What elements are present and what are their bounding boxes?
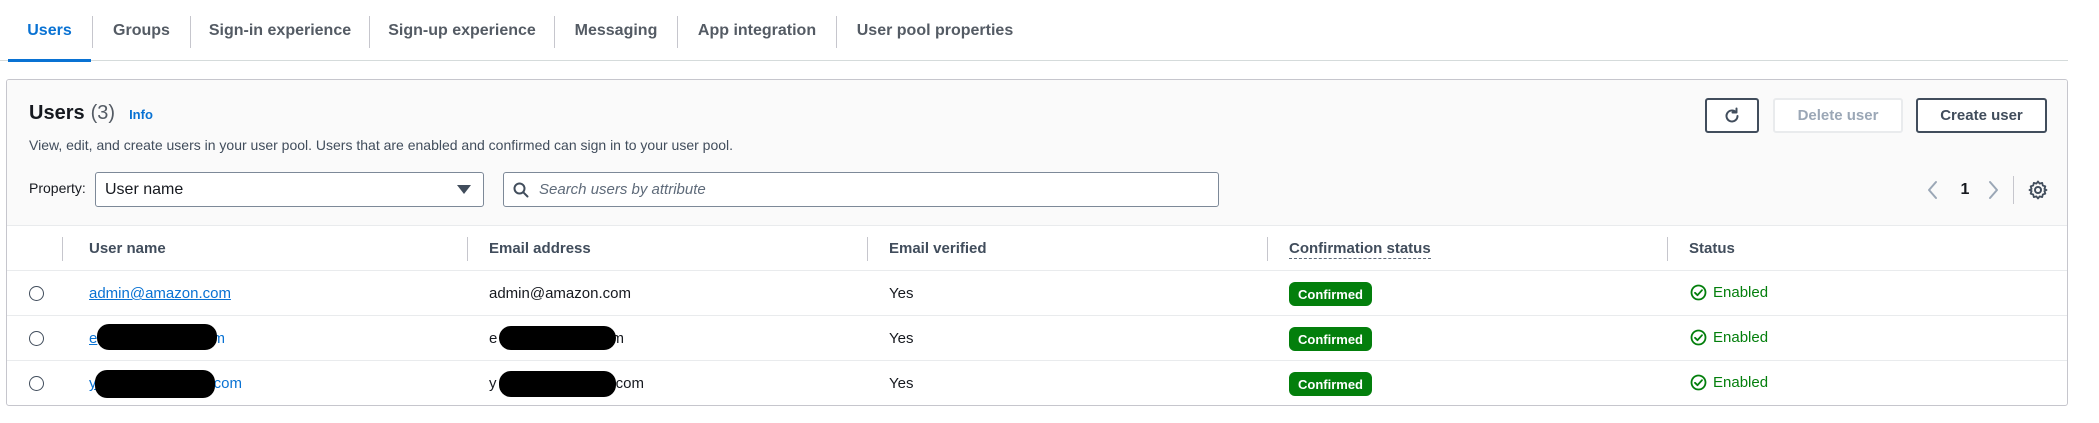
users-panel: Users (3) Info View, edit, and create us… [6, 79, 2068, 406]
confirmation-status-badge: Confirmed [1289, 327, 1372, 351]
panel-title-text: Users [29, 102, 85, 124]
info-link[interactable]: Info [129, 107, 153, 122]
check-circle-icon [1690, 284, 1707, 301]
search-icon [513, 182, 529, 197]
panel-description: View, edit, and create users in your use… [29, 137, 734, 153]
email-verified-cell: Yes [889, 330, 914, 347]
redaction-mask [499, 326, 616, 350]
tab-user-pool-properties[interactable]: User pool properties [837, 0, 1033, 61]
column-divider[interactable] [867, 237, 868, 261]
confirmation-status-badge: Confirmed [1289, 282, 1372, 306]
chevron-right-icon[interactable] [1984, 178, 2002, 202]
chevron-left-icon[interactable] [1924, 178, 1942, 202]
status-text: Enabled [1713, 329, 1769, 346]
property-label: Property: [29, 180, 86, 196]
delete-user-button[interactable]: Delete user [1773, 98, 1903, 133]
column-header-status[interactable]: Status [1689, 240, 1735, 257]
status-text: Enabled [1713, 284, 1769, 301]
status-cell: Enabled [1690, 374, 1768, 391]
row-select-radio[interactable] [29, 331, 44, 346]
check-circle-icon [1690, 329, 1707, 346]
column-divider [62, 237, 63, 261]
status-cell: Enabled [1690, 329, 1768, 346]
panel-header: Users (3) Info View, edit, and create us… [7, 80, 2067, 226]
row-select-radio[interactable] [29, 376, 44, 391]
page-number[interactable]: 1 [1955, 181, 1975, 199]
tab-groups[interactable]: Groups [93, 0, 190, 61]
tab-sign-in-experience[interactable]: Sign-in experience [191, 0, 369, 61]
email-suffix: .com [611, 375, 644, 392]
redaction-mask [499, 371, 616, 397]
user-count: (3) [90, 102, 116, 124]
confirmation-status-badge: Confirmed [1289, 372, 1372, 396]
search-input[interactable] [539, 181, 1189, 198]
create-user-button[interactable]: Create user [1916, 98, 2047, 133]
column-header-email[interactable]: Email address [489, 240, 591, 257]
username-link[interactable]: admin@amazon.com [89, 285, 231, 302]
redaction-mask [95, 370, 215, 398]
status-text: Enabled [1713, 374, 1769, 391]
tab-bar: Users Groups Sign-in experience Sign-up … [0, 0, 2068, 62]
refresh-button[interactable] [1705, 98, 1759, 133]
email-cell: admin@amazon.com [489, 285, 631, 302]
panel-title: Users (3) Info [29, 102, 153, 125]
column-header-email-verified[interactable]: Email verified [889, 240, 987, 257]
property-select-value: User name [105, 180, 184, 198]
email-verified-cell: Yes [889, 375, 914, 392]
refresh-icon [1725, 107, 1739, 122]
table-row: y .com y .com Yes Confirmed Enabled [7, 361, 2067, 405]
column-divider[interactable] [1267, 237, 1268, 261]
check-circle-icon [1690, 374, 1707, 391]
email-verified-cell: Yes [889, 285, 914, 302]
table-header: User name Email address Email verified C… [7, 226, 2067, 271]
search-field[interactable] [503, 172, 1219, 207]
table-row: admin@amazon.com admin@amazon.com Yes Co… [7, 271, 2067, 316]
gear-icon[interactable] [2027, 179, 2049, 201]
email-prefix: y [489, 375, 497, 392]
column-header-username[interactable]: User name [89, 240, 166, 257]
tab-users[interactable]: Users [8, 0, 91, 62]
tab-messaging[interactable]: Messaging [555, 0, 677, 61]
tab-sign-up-experience[interactable]: Sign-up experience [370, 0, 554, 61]
column-header-confirmation-status[interactable]: Confirmation status [1289, 240, 1431, 259]
caret-down-icon [457, 185, 471, 194]
row-select-radio[interactable] [29, 286, 44, 301]
column-divider[interactable] [467, 237, 468, 261]
property-select[interactable]: User name [95, 172, 484, 207]
column-divider[interactable] [1667, 237, 1668, 261]
email-prefix: e [489, 330, 498, 347]
status-cell: Enabled [1690, 284, 1768, 301]
pager-divider [2013, 176, 2014, 204]
tab-app-integration[interactable]: App integration [678, 0, 836, 61]
table-row: e m e m Yes Confirmed Enabled [7, 316, 2067, 361]
redaction-mask [97, 324, 217, 350]
